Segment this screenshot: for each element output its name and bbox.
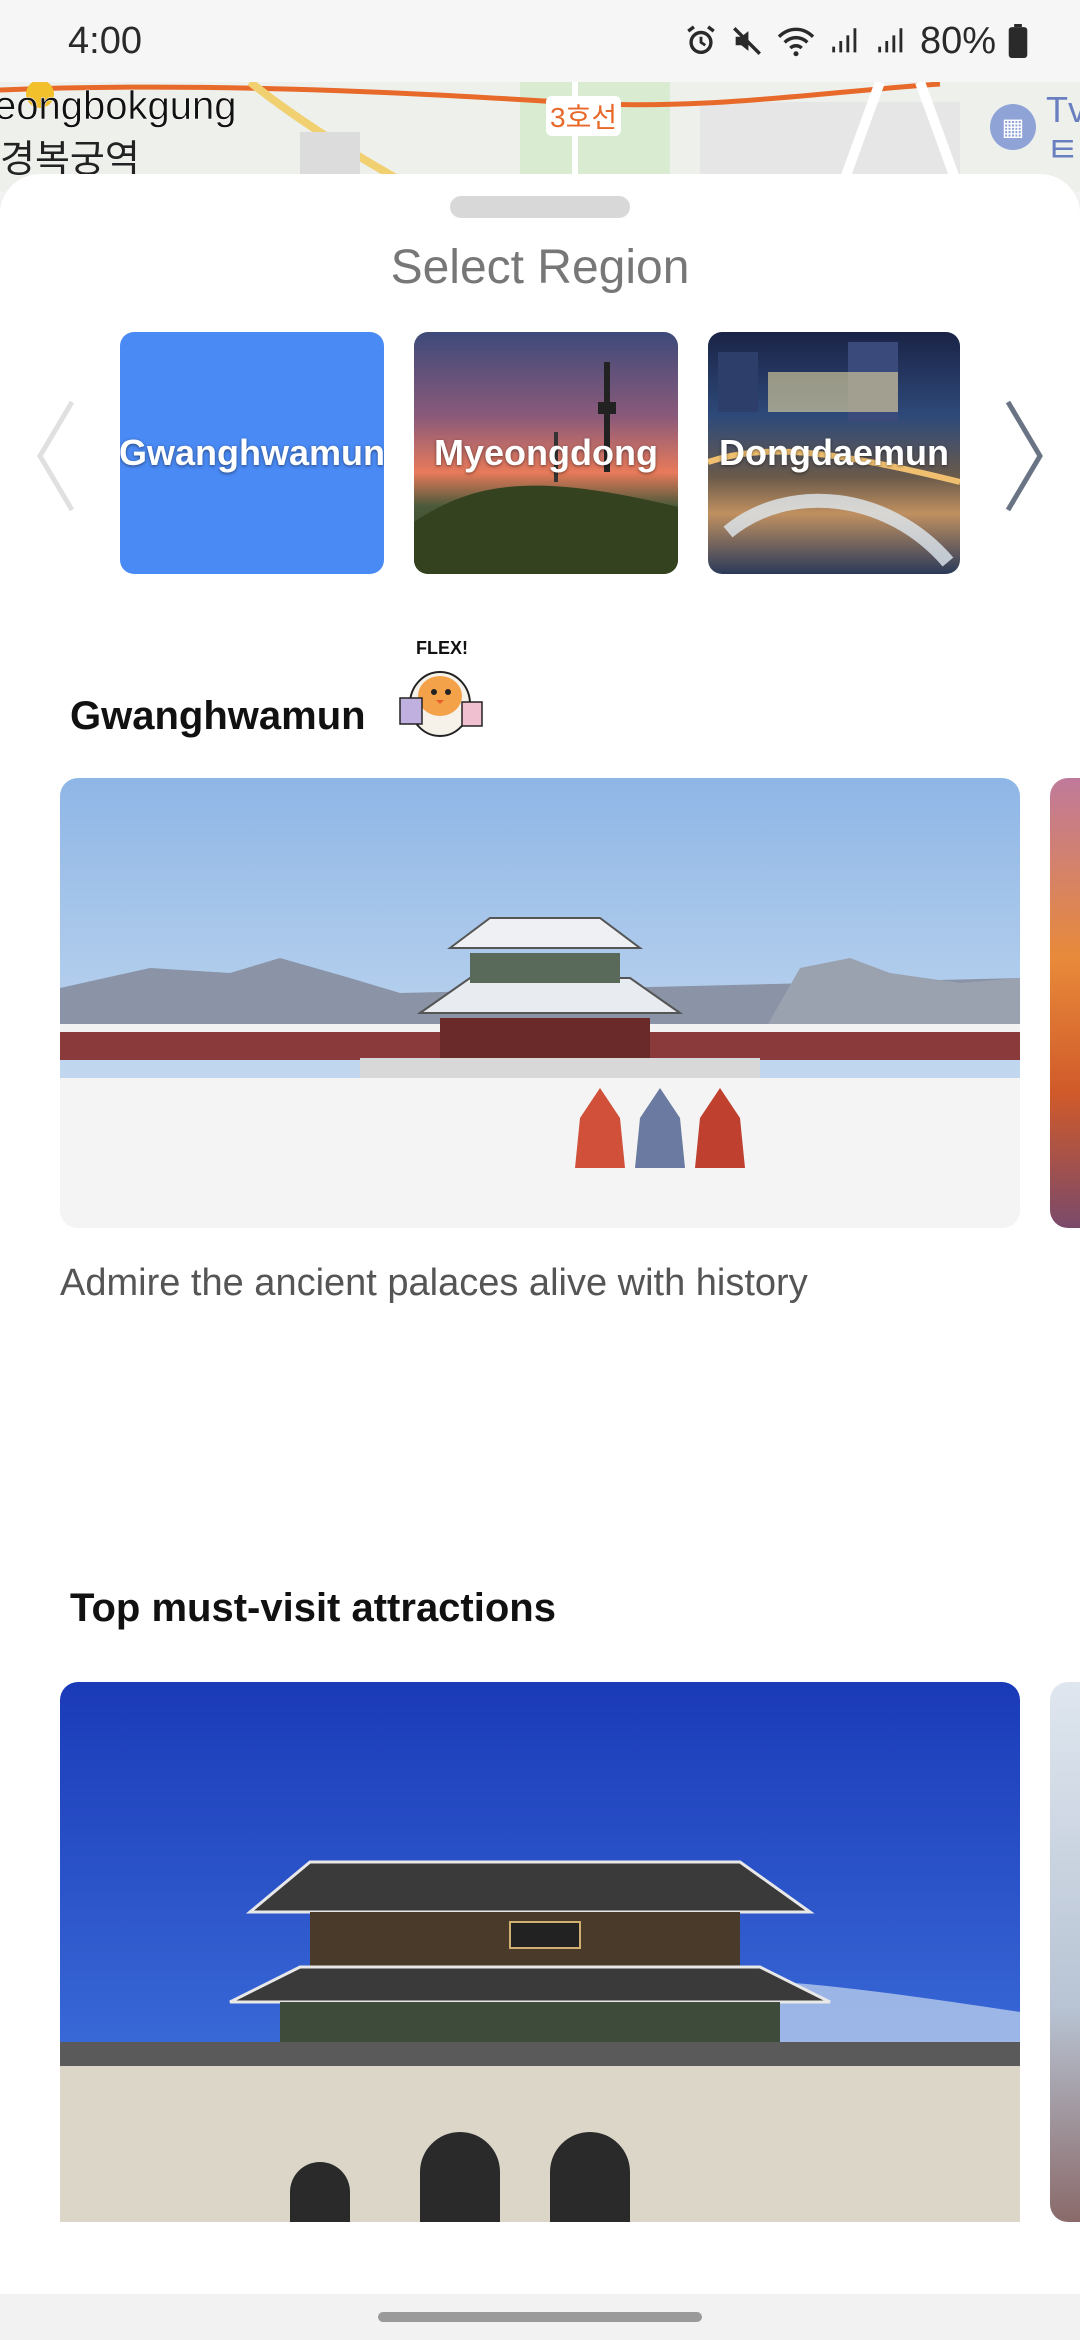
building-icon[interactable]: ▦ xyxy=(990,104,1036,150)
status-icons: 80% xyxy=(684,20,1028,63)
alarm-icon xyxy=(687,25,715,55)
battery-percent: 80% xyxy=(919,19,996,62)
mute-icon xyxy=(732,27,761,55)
attractions-section-title: Top must-visit attractions xyxy=(70,1586,556,1630)
palace-snow-image xyxy=(60,778,1020,1228)
subway-line-label: 3호선 xyxy=(546,96,622,136)
gyeongbokgung-palace-photo[interactable] xyxy=(60,778,1020,1228)
next-photo-peek[interactable] xyxy=(1050,778,1080,1228)
region-card-myeongdong[interactable]: Myeongdong xyxy=(414,332,678,574)
map-poi-label: Tv ㅌ xyxy=(1046,89,1080,170)
region-card-gwanghwamun[interactable]: Gwanghwamun xyxy=(120,332,384,574)
flex-mascot-sticker: FLEX! xyxy=(399,638,483,737)
signal-icon xyxy=(878,28,903,53)
home-indicator[interactable] xyxy=(378,2312,702,2322)
region-card-label: Dongdaemun xyxy=(719,432,949,473)
mascot-text: FLEX! xyxy=(416,638,468,658)
wifi-icon xyxy=(777,27,815,57)
region-section-title: Gwanghwamun xyxy=(70,694,366,738)
chevron-right-icon xyxy=(1005,400,1043,512)
region-card-label: Myeongdong xyxy=(434,432,658,473)
gwanghwamun-gate-image xyxy=(60,1682,1020,2222)
next-region-button[interactable] xyxy=(994,396,1054,516)
battery-icon xyxy=(1008,24,1028,58)
region-card-label: Gwanghwamun xyxy=(120,432,384,473)
chevron-left-icon xyxy=(37,400,75,512)
region-card-dongdaemun[interactable]: Dongdaemun xyxy=(708,332,960,574)
status-bar: 4:00 80% xyxy=(0,0,1080,82)
region-description: Admire the ancient palaces alive with hi… xyxy=(60,1262,808,1304)
signal-icon xyxy=(832,28,857,53)
status-time: 4:00 xyxy=(68,19,142,62)
sheet-title: Select Region xyxy=(390,241,690,294)
next-attraction-peek[interactable] xyxy=(1050,1682,1080,2222)
gwanghwamun-gate-photo[interactable] xyxy=(60,1682,1020,2222)
sheet-drag-handle[interactable] xyxy=(450,196,630,218)
previous-region-button[interactable] xyxy=(26,396,86,516)
bottom-sheet: Select Region Gwanghwamun Myeongdong Don… xyxy=(0,174,1080,2294)
map-station-label: eongbokgung xyxy=(0,84,237,129)
